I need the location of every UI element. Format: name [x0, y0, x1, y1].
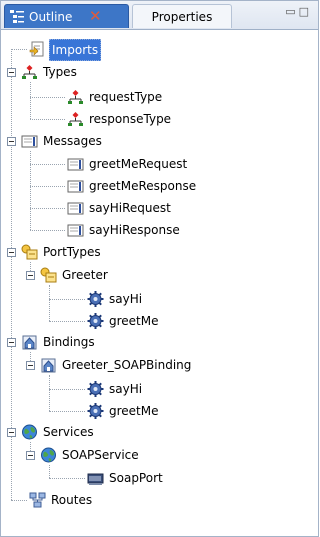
close-icon[interactable]: ✕: [89, 4, 102, 28]
tree-connector: [49, 411, 85, 412]
collapse-greeter-binding-icon[interactable]: [26, 361, 35, 370]
service-globe-icon: [41, 447, 56, 463]
message-icon: [21, 135, 38, 148]
tab-properties[interactable]: Properties: [132, 4, 232, 28]
porttype-icon: [21, 244, 38, 260]
porttype-icon: [40, 267, 57, 283]
message-icon: [67, 202, 84, 215]
tab-properties-label: Properties: [151, 10, 213, 24]
tree-connector: [30, 208, 65, 209]
binding-icon: [22, 335, 37, 350]
tree-connector: [30, 164, 65, 165]
outline-icon: [10, 10, 24, 23]
imports-icon: [29, 41, 44, 57]
binding-icon: [41, 358, 56, 373]
collapse-types-icon[interactable]: [7, 68, 16, 77]
collapse-bindings-icon[interactable]: [7, 338, 16, 347]
tree-types-line: [30, 82, 31, 119]
tree-connector: [30, 119, 65, 120]
message-icon: [67, 224, 84, 237]
collapse-soapservice-icon[interactable]: [26, 451, 35, 460]
tree-connector: [30, 186, 65, 187]
routes-icon: [29, 492, 46, 508]
service-globe-icon: [22, 424, 37, 440]
tree-connector: [11, 500, 27, 501]
type-icon: [68, 90, 83, 104]
minimize-maximize-icons[interactable]: ▭□: [285, 5, 312, 18]
message-icon: [67, 180, 84, 193]
tree-binding-line: [49, 375, 50, 411]
operation-gear-icon: [87, 403, 104, 419]
tree-connector: [30, 97, 65, 98]
collapse-greeter-icon[interactable]: [26, 271, 35, 280]
message-icon: [67, 158, 84, 171]
port-icon: [87, 473, 104, 485]
type-icon: [68, 112, 83, 126]
operation-gear-icon: [87, 313, 104, 329]
tree-connector: [11, 49, 27, 50]
tree-greeter-line: [49, 285, 50, 321]
tree-messages-line: [30, 151, 31, 230]
tab-outline[interactable]: Outline ✕: [4, 4, 129, 28]
operation-gear-icon: [87, 381, 104, 397]
tab-outline-label: Outline: [29, 10, 73, 24]
collapse-services-icon[interactable]: [7, 428, 16, 437]
tree-connector: [49, 389, 85, 390]
collapse-porttypes-icon[interactable]: [7, 248, 16, 257]
types-icon: [22, 65, 37, 79]
tree-connector: [49, 299, 85, 300]
tree-soapservice-line: [49, 465, 50, 478]
view-tab-bar: Outline ✕ Properties ▭□: [1, 1, 318, 30]
collapse-messages-icon[interactable]: [7, 137, 16, 146]
tree-connector: [30, 230, 65, 231]
outline-view: Outline ✕ Properties ▭□ Imports Types re…: [0, 0, 319, 537]
outline-tree: Imports Types requestType responseType M…: [1, 31, 318, 536]
operation-gear-icon: [87, 291, 104, 307]
tree-connector: [49, 478, 85, 479]
tree-connector: [49, 321, 85, 322]
